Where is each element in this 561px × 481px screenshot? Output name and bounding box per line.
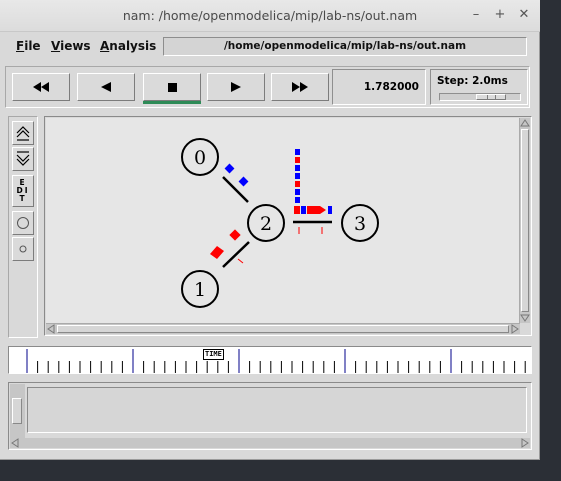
scroll-left-icon[interactable] bbox=[10, 438, 20, 448]
zoom-in-icon bbox=[16, 126, 30, 141]
small-node-button[interactable] bbox=[12, 237, 34, 261]
playback-controls: 1.782000 Step: 2.0ms bbox=[5, 66, 530, 108]
minimize-button[interactable]: – bbox=[470, 7, 482, 23]
node-1-label: 1 bbox=[194, 279, 206, 301]
play-icon bbox=[231, 82, 241, 92]
canvas-horizontal-scrollbar[interactable] bbox=[46, 323, 520, 334]
link-1-2 bbox=[222, 241, 250, 268]
node-3-label: 3 bbox=[354, 213, 366, 235]
queue-packet bbox=[295, 173, 300, 179]
menu-file[interactable]: File bbox=[16, 39, 41, 53]
menu-bar: File Views Analysis /home/openmodelica/m… bbox=[8, 36, 532, 58]
stop-button[interactable] bbox=[143, 73, 201, 101]
edit-label: EDIT bbox=[16, 178, 30, 203]
zoom-out-button[interactable] bbox=[12, 147, 34, 171]
scroll-down-icon[interactable] bbox=[520, 313, 530, 323]
queue-packet bbox=[295, 181, 300, 187]
rewind-icon bbox=[33, 82, 49, 92]
timeline-ticks bbox=[26, 349, 526, 373]
menu-views[interactable]: Views bbox=[51, 39, 91, 53]
play-back-icon bbox=[101, 82, 111, 92]
close-button[interactable]: ✕ bbox=[518, 7, 530, 23]
maximize-button[interactable]: + bbox=[494, 7, 506, 23]
node-1[interactable]: 1 bbox=[181, 270, 219, 308]
packet-blue bbox=[238, 176, 249, 187]
annotation-scroll-thumb[interactable] bbox=[12, 398, 22, 424]
step-slider-track[interactable] bbox=[439, 93, 521, 101]
window-controls: – + ✕ bbox=[470, 7, 530, 23]
tool-strip: EDIT bbox=[8, 116, 38, 338]
packet-red bbox=[210, 246, 224, 259]
link-packet bbox=[307, 206, 326, 214]
stop-icon bbox=[167, 82, 177, 92]
packet-blue bbox=[224, 163, 235, 174]
edit-button[interactable]: EDIT bbox=[12, 175, 34, 207]
menu-analysis[interactable]: Analysis bbox=[100, 39, 156, 53]
node-2-label: 2 bbox=[260, 213, 272, 235]
stop-active-indicator bbox=[143, 101, 201, 104]
window-title: nam: /home/openmodelica/mip/lab-ns/out.n… bbox=[122, 8, 418, 23]
queue-packet bbox=[295, 149, 300, 155]
link-packet bbox=[294, 206, 300, 214]
play-button[interactable] bbox=[207, 73, 265, 101]
queue-packet bbox=[295, 189, 300, 195]
circle-small-icon bbox=[19, 245, 27, 253]
network-canvas[interactable]: 0 1 2 3 bbox=[46, 118, 520, 323]
annotation-panel bbox=[8, 382, 532, 450]
time-marker[interactable]: TIME bbox=[203, 349, 224, 360]
step-slider-thumb[interactable] bbox=[476, 94, 506, 100]
node-0-label: 0 bbox=[194, 147, 206, 169]
queue-packet bbox=[295, 197, 300, 203]
step-control: Step: 2.0ms bbox=[430, 69, 528, 105]
fast-forward-button[interactable] bbox=[271, 73, 329, 101]
node-2[interactable]: 2 bbox=[247, 204, 285, 242]
file-path-display: /home/openmodelica/mip/lab-ns/out.nam bbox=[163, 37, 527, 56]
title-bar[interactable]: nam: /home/openmodelica/mip/lab-ns/out.n… bbox=[0, 0, 540, 32]
canvas-vertical-scrollbar[interactable] bbox=[519, 118, 530, 323]
network-view: 0 1 2 3 bbox=[44, 116, 532, 336]
zoom-in-button[interactable] bbox=[12, 121, 34, 145]
rewind-button[interactable] bbox=[12, 73, 70, 101]
queue-packet bbox=[295, 157, 300, 163]
horizontal-scroll-thumb[interactable] bbox=[57, 325, 509, 333]
drop-mark bbox=[237, 258, 244, 264]
scroll-up-icon[interactable] bbox=[520, 118, 530, 128]
packet-red bbox=[229, 229, 241, 241]
scroll-right-icon[interactable] bbox=[520, 438, 530, 448]
node-3[interactable]: 3 bbox=[341, 204, 379, 242]
annotation-list[interactable] bbox=[27, 387, 527, 433]
scroll-left-icon[interactable] bbox=[46, 324, 56, 334]
annotation-vertical-scrollbar[interactable] bbox=[10, 384, 25, 438]
zoom-out-icon bbox=[16, 151, 30, 166]
annotation-horizontal-scrollbar[interactable] bbox=[10, 438, 530, 448]
vertical-scroll-thumb[interactable] bbox=[521, 129, 529, 312]
link-packet bbox=[328, 206, 332, 214]
step-label: Step: 2.0ms bbox=[437, 75, 508, 87]
link-packet bbox=[301, 206, 306, 214]
scroll-right-icon[interactable] bbox=[510, 324, 520, 334]
step-back-button[interactable] bbox=[77, 73, 135, 101]
nam-window: nam: /home/openmodelica/mip/lab-ns/out.n… bbox=[0, 0, 540, 460]
large-node-button[interactable] bbox=[12, 211, 34, 235]
fast-forward-icon bbox=[292, 82, 308, 92]
node-0[interactable]: 0 bbox=[181, 138, 219, 176]
queue-packet bbox=[295, 165, 300, 171]
timeline-slider[interactable]: TIME bbox=[8, 346, 532, 374]
circle-large-icon bbox=[17, 217, 29, 229]
network-topology: 0 1 2 3 bbox=[181, 138, 379, 308]
current-time-display: 1.782000 bbox=[332, 69, 426, 105]
